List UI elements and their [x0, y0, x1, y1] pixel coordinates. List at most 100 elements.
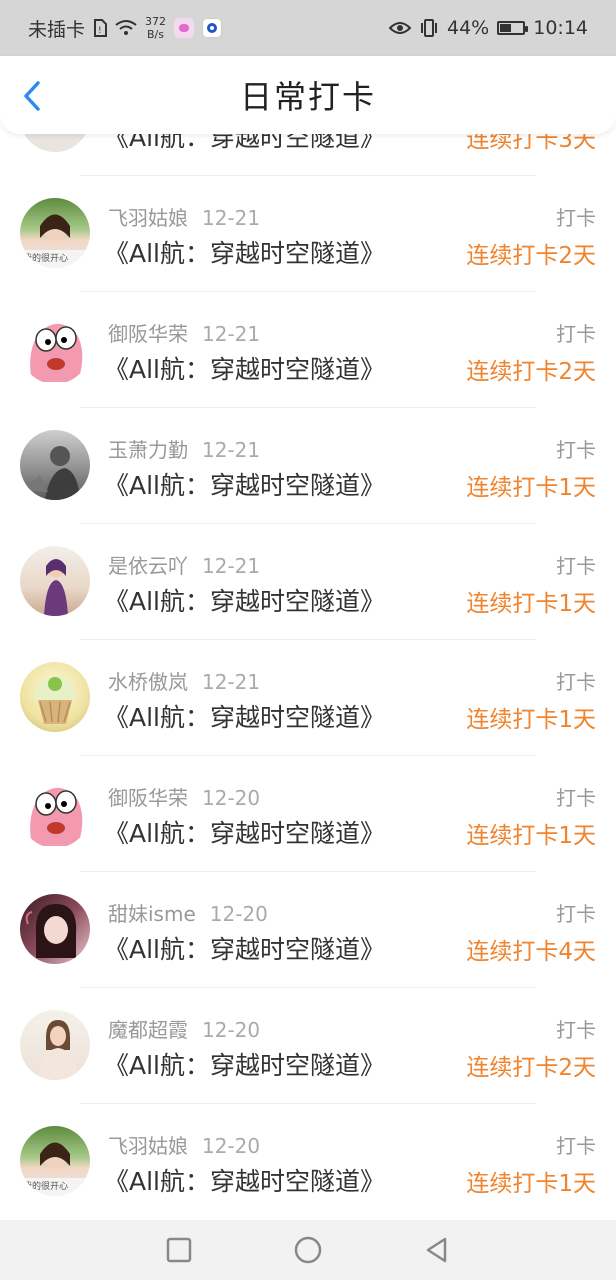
- user-name[interactable]: 飞羽姑娘: [108, 1134, 188, 1158]
- vibrate-icon: [421, 19, 437, 37]
- avatar: [20, 894, 90, 964]
- name-line: 魔都超霞 12-20: [108, 1014, 260, 1043]
- checkin-label: 打卡: [556, 206, 596, 230]
- user-name[interactable]: 是依云吖: [108, 554, 188, 578]
- streak-count: 连续打卡1天: [466, 475, 596, 501]
- checkin-date: 12-21: [202, 206, 261, 230]
- streak-count: 连续打卡1天: [466, 823, 596, 849]
- checkin-label: 打卡: [556, 902, 596, 926]
- streak-count: 连续打卡1天: [466, 591, 596, 617]
- list-item[interactable]: 我的很开心 飞羽姑娘 12-21 《All航：穿越时空隧道》 打卡 连续打卡2天: [0, 176, 616, 292]
- page-title: 日常打卡: [239, 78, 376, 116]
- back-button[interactable]: [14, 78, 50, 114]
- list-item[interactable]: 御阪华荣 12-20 《All航：穿越时空隧道》 打卡 连续打卡1天: [0, 756, 616, 872]
- sim-icon: !: [94, 19, 108, 37]
- status-bar-right: 44% 10:14: [389, 17, 616, 39]
- avatar: [20, 430, 90, 500]
- checkin-label: 打卡: [556, 670, 596, 694]
- name-line: 御阪华荣 12-20: [108, 782, 260, 811]
- svg-text:!: !: [98, 26, 102, 36]
- avatar: [20, 778, 90, 848]
- checkin-label: 打卡: [556, 1134, 596, 1158]
- name-line: 飞羽姑娘 12-21: [108, 202, 260, 231]
- network-speed-value: 372: [145, 15, 167, 28]
- user-name[interactable]: 甜妹isme: [108, 902, 196, 926]
- user-name[interactable]: 御阪华荣: [108, 322, 188, 346]
- list-item[interactable]: 水桥傲岚 12-21 《All航：穿越时空隧道》 打卡 连续打卡1天: [0, 640, 616, 756]
- name-line: 是依云吖 12-21: [108, 550, 260, 579]
- book-title: 《All航：穿越时空隧道》: [104, 703, 385, 732]
- checkin-list: 《All航：穿越时空隧道》 连续打卡3天 我的很开心 飞羽姑娘 12-21 《Al…: [0, 60, 616, 1220]
- avatar: [20, 546, 90, 616]
- book-title: 《All航：穿越时空隧道》: [104, 1051, 385, 1080]
- user-name[interactable]: 飞羽姑娘: [108, 206, 188, 230]
- streak-count: 连续打卡2天: [466, 243, 596, 269]
- name-line: 水桥傲岚 12-21: [108, 666, 260, 695]
- app-notification-icon-2: [202, 18, 223, 38]
- list-item[interactable]: 甜妹isme 12-20 《All航：穿越时空隧道》 打卡 连续打卡4天: [0, 872, 616, 988]
- checkin-date: 12-20: [202, 1018, 261, 1042]
- checkin-date: 12-21: [202, 554, 261, 578]
- system-nav-bar: [0, 1220, 616, 1280]
- avatar: 我的很开心: [20, 198, 90, 268]
- list-item[interactable]: 是依云吖 12-21 《All航：穿越时空隧道》 打卡 连续打卡1天: [0, 524, 616, 640]
- list-item[interactable]: 魔都超霞 12-20 《All航：穿越时空隧道》 打卡 连续打卡2天: [0, 988, 616, 1104]
- book-title: 《All航：穿越时空隧道》: [104, 587, 385, 616]
- avatar-caption: 我的很开心: [23, 252, 68, 264]
- checkin-label: 打卡: [556, 322, 596, 346]
- carrier-label: 未插卡: [28, 18, 86, 41]
- status-bar-left: 未插卡 ! 372 B/s: [28, 15, 223, 42]
- checkin-date: 12-20: [209, 902, 268, 926]
- name-line: 玉萧力勤 12-21: [108, 434, 260, 463]
- book-title: 《All航：穿越时空隧道》: [104, 471, 385, 500]
- streak-count: 连续打卡1天: [466, 1171, 596, 1197]
- name-line: 飞羽姑娘 12-20: [108, 1130, 260, 1159]
- checkin-date: 12-20: [202, 786, 261, 810]
- user-name[interactable]: 水桥傲岚: [108, 670, 188, 694]
- square-recent-apps-icon[interactable]: [165, 1236, 193, 1264]
- book-title: 《All航：穿越时空隧道》: [104, 239, 385, 268]
- avatar: 我的很开心: [20, 1126, 90, 1196]
- battery-icon: [497, 21, 529, 35]
- avatar: [20, 662, 90, 732]
- eye-icon: [389, 22, 411, 34]
- checkin-label: 打卡: [556, 438, 596, 462]
- streak-count: 连续打卡1天: [466, 707, 596, 733]
- user-name[interactable]: 玉萧力勤: [108, 438, 188, 462]
- page-header: 日常打卡: [0, 56, 616, 134]
- streak-count: 连续打卡2天: [466, 359, 596, 385]
- clock: 10:14: [533, 17, 588, 39]
- chevron-left-icon: [24, 81, 40, 111]
- avatar: [20, 314, 90, 384]
- streak-count: 连续打卡4天: [466, 939, 596, 965]
- book-title: 《All航：穿越时空隧道》: [104, 355, 385, 384]
- checkin-date: 12-21: [202, 670, 261, 694]
- checkin-date: 12-21: [202, 438, 261, 462]
- book-title: 《All航：穿越时空隧道》: [104, 819, 385, 848]
- list-item[interactable]: 御阪华荣 12-21 《All航：穿越时空隧道》 打卡 连续打卡2天: [0, 292, 616, 408]
- name-line: 御阪华荣 12-21: [108, 318, 260, 347]
- book-title: 《All航：穿越时空隧道》: [104, 935, 385, 964]
- network-speed-unit: B/s: [147, 28, 164, 41]
- status-bar: 未插卡 ! 372 B/s 44% 10:14: [0, 0, 616, 56]
- book-title: 《All航：穿越时空隧道》: [104, 1167, 385, 1196]
- avatar-caption: 我的很开心: [23, 1180, 68, 1192]
- checkin-label: 打卡: [556, 1018, 596, 1042]
- checkin-date: 12-20: [202, 1134, 261, 1158]
- checkin-date: 12-21: [202, 322, 261, 346]
- wifi-icon: [115, 20, 137, 35]
- checkin-label: 打卡: [556, 786, 596, 810]
- circle-home-icon[interactable]: [293, 1235, 323, 1265]
- battery-percent: 44%: [447, 17, 490, 39]
- name-line: 甜妹isme 12-20: [108, 898, 268, 927]
- app-notification-icon: [174, 18, 195, 38]
- avatar: [20, 1010, 90, 1080]
- list-item[interactable]: 玉萧力勤 12-21 《All航：穿越时空隧道》 打卡 连续打卡1天: [0, 408, 616, 524]
- streak-count: 连续打卡2天: [466, 1055, 596, 1081]
- triangle-back-icon[interactable]: [423, 1236, 451, 1264]
- user-name[interactable]: 魔都超霞: [108, 1018, 188, 1042]
- checkin-label: 打卡: [556, 554, 596, 578]
- user-name[interactable]: 御阪华荣: [108, 786, 188, 810]
- list-item[interactable]: 我的很开心 飞羽姑娘 12-20 《All航：穿越时空隧道》 打卡 连续打卡1天: [0, 1104, 616, 1220]
- network-speed: 372 B/s: [145, 15, 166, 41]
